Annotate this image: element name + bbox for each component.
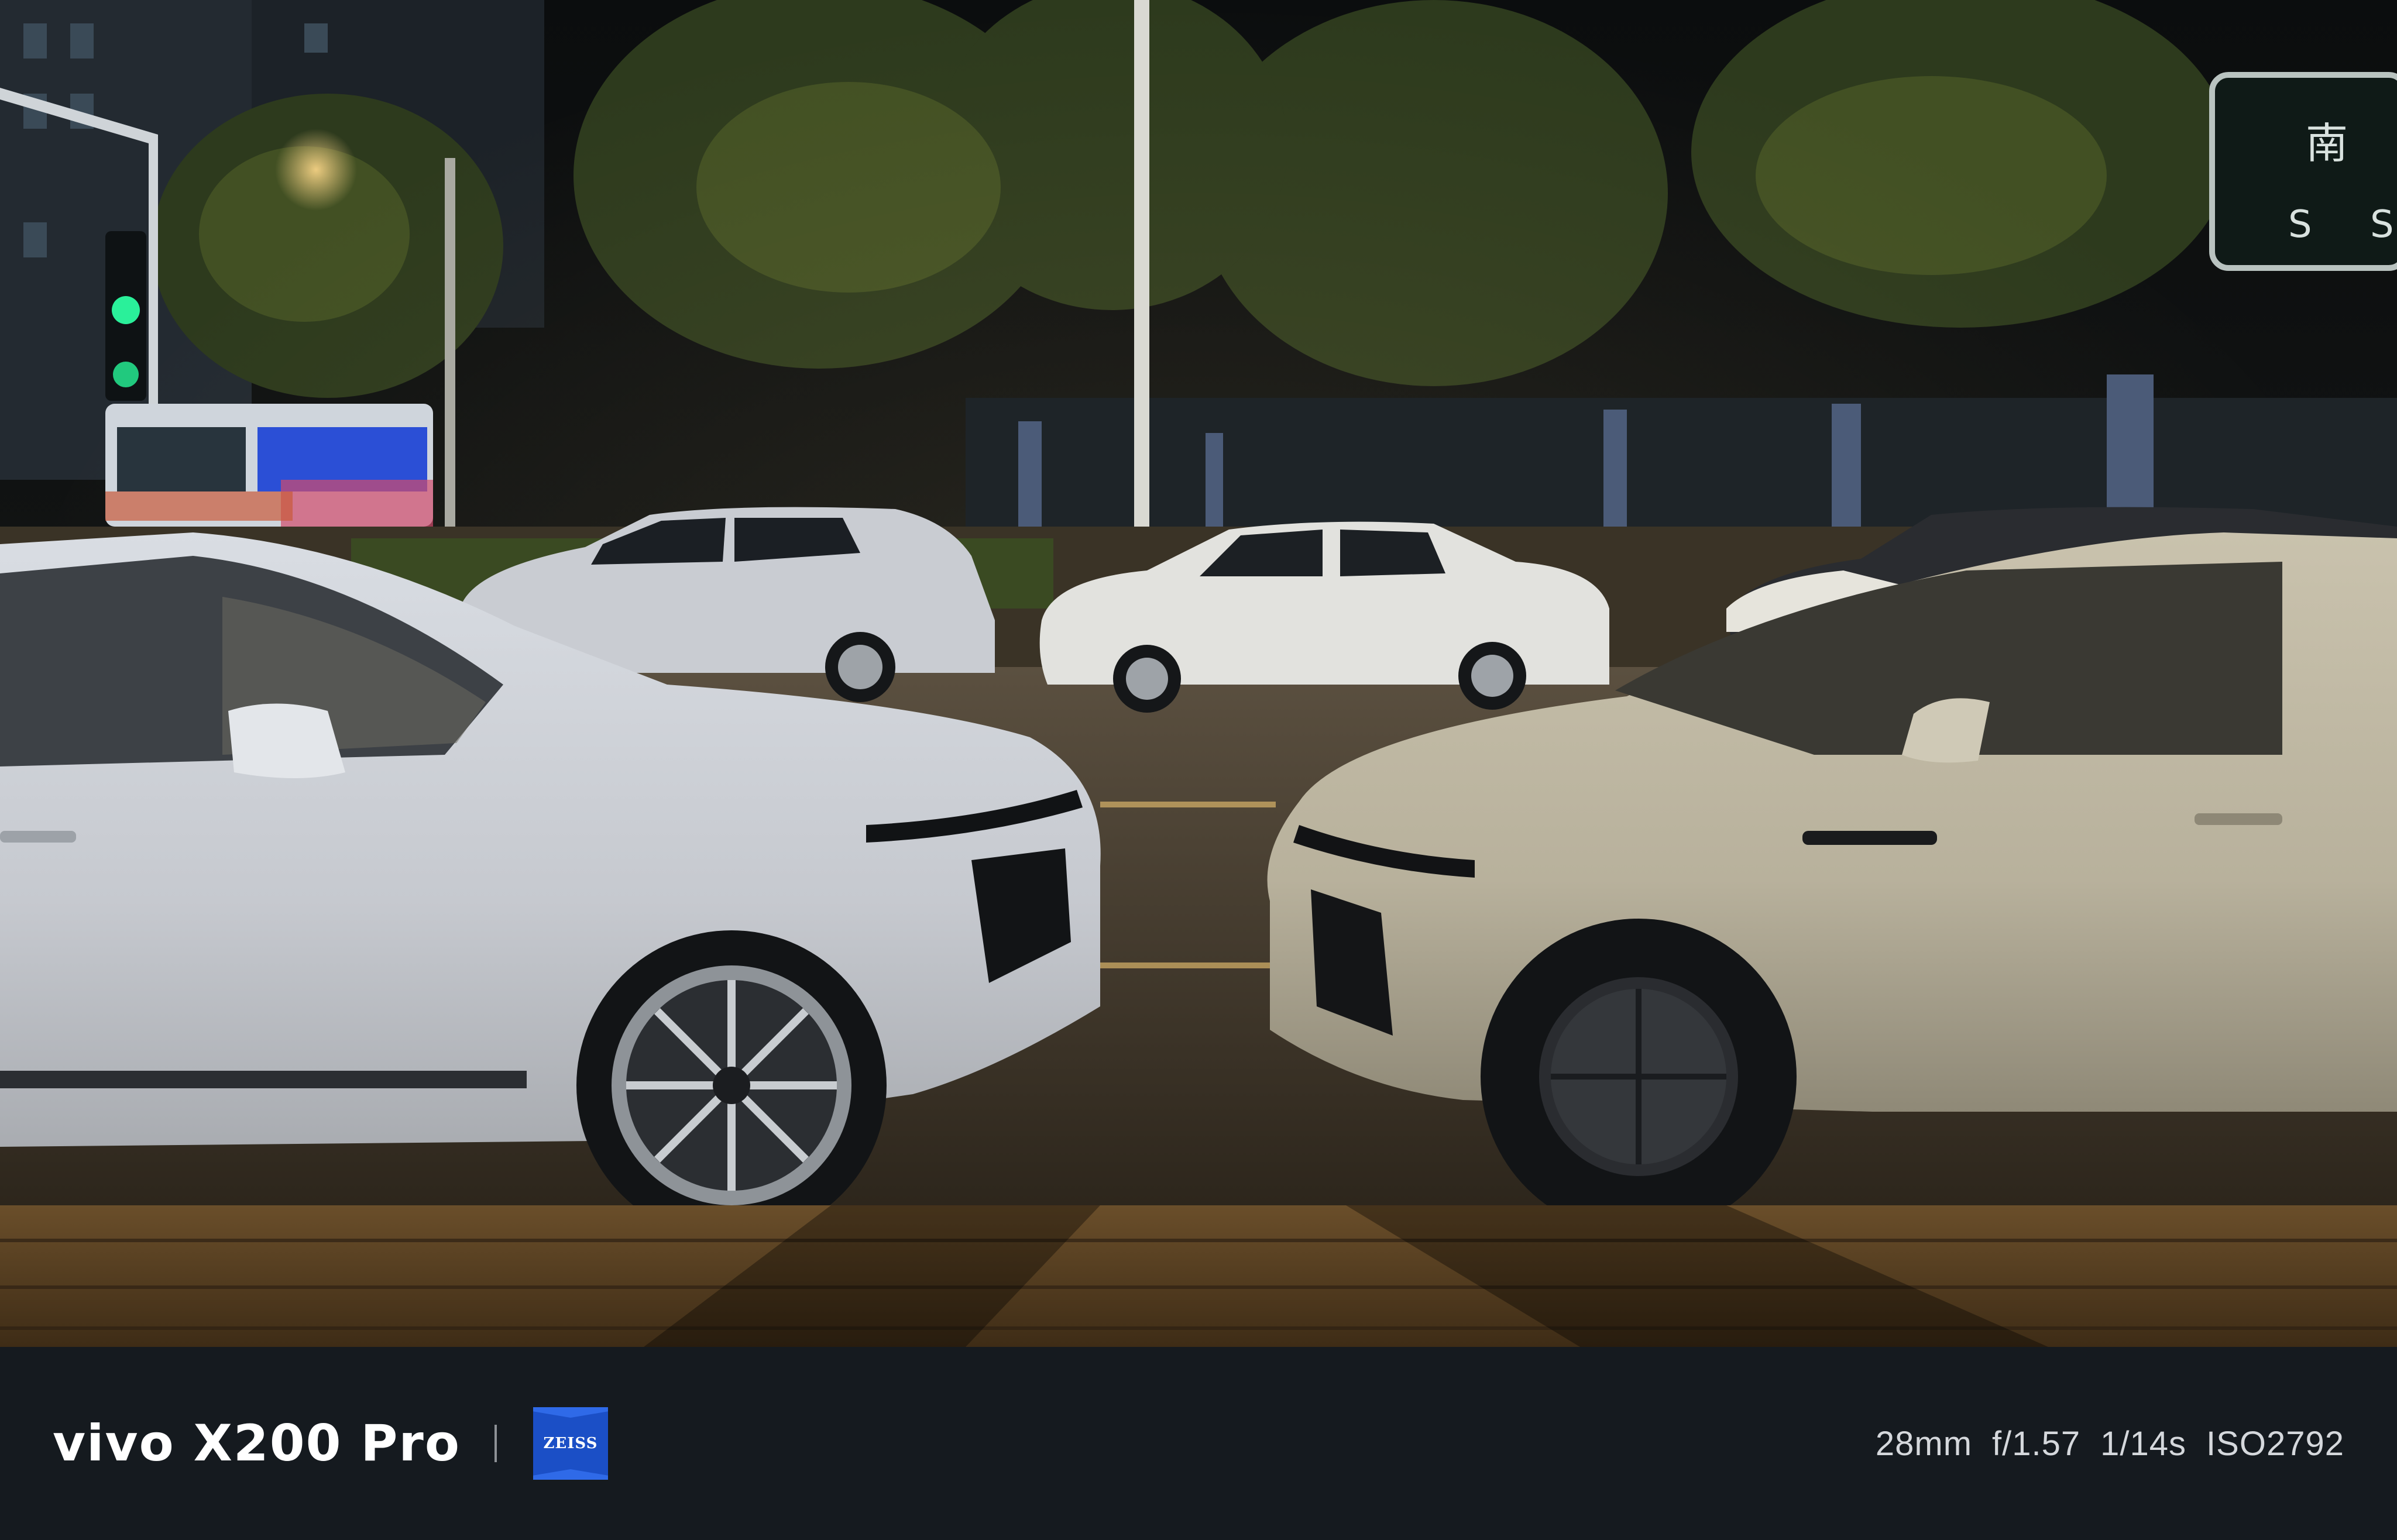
exif-info: 28mm f/1.57 1/14s ISO2792 — [1856, 1347, 2344, 1540]
night-street-photo: 南 S S — [0, 0, 2397, 1347]
zeiss-logo-text: ZEISS — [543, 1435, 598, 1452]
focal-length: 28mm — [1875, 1424, 1973, 1463]
iso-value: ISO2792 — [2206, 1424, 2344, 1463]
camera-watermark-bar: vivo X200 Pro ZEISS 28mm f/1.57 1/14s IS… — [0, 1347, 2397, 1540]
zeiss-logo: ZEISS — [533, 1407, 608, 1480]
brand-separator — [494, 1425, 497, 1462]
shutter-speed: 1/14s — [2100, 1424, 2187, 1463]
street-sign-letter-2: S — [2370, 203, 2394, 246]
aperture: f/1.57 — [1992, 1424, 2081, 1463]
brand-block: vivo X200 Pro ZEISS — [53, 1347, 608, 1540]
camera-model-label: vivo X200 Pro — [53, 1414, 461, 1473]
street-sign-char: 南 — [2306, 119, 2348, 168]
street-sign-letter: S — [2288, 203, 2312, 246]
